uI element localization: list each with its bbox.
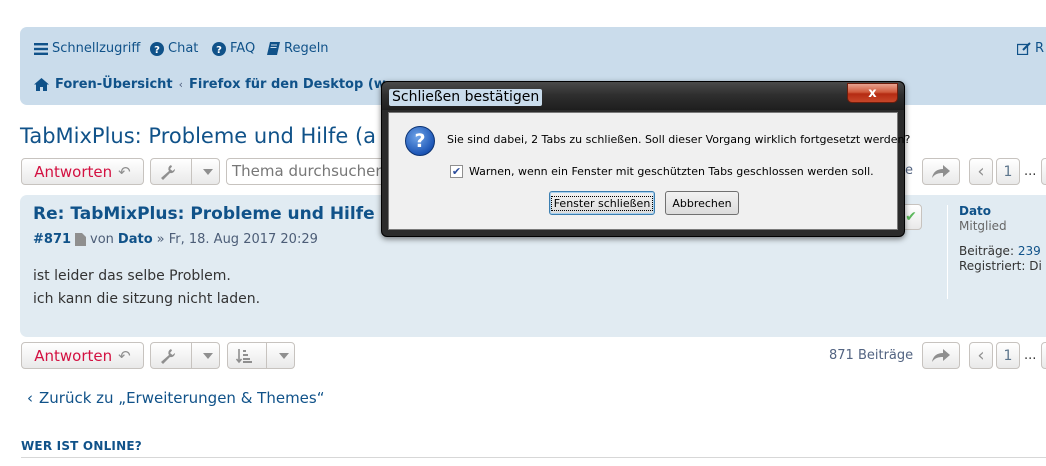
post-body-line: ist leider das selbe Problem.	[33, 268, 231, 284]
edit-icon	[1017, 42, 1031, 55]
reply-label: Antworten	[34, 162, 113, 181]
breadcrumb: Foren-Übersicht ‹ Firefox für den Deskto…	[34, 77, 386, 92]
quicklinks-label: Schnellzugriff	[52, 41, 141, 56]
warn-checkbox-label[interactable]: Warnen, wenn ein Fenster mit geschützten…	[469, 165, 874, 178]
profile-name[interactable]: Dato	[959, 204, 1042, 219]
reply-label: Antworten	[34, 346, 113, 365]
dialog-body: ? Sie sind dabei, 2 Tabs zu schließen. S…	[388, 112, 910, 230]
page-next-button-bottom[interactable]	[1041, 342, 1046, 369]
page-1-button[interactable]: 1	[996, 158, 1020, 185]
pagination-ellipsis: ...	[1024, 348, 1037, 363]
share-arrow-icon	[932, 348, 950, 362]
sort-icon	[228, 343, 260, 368]
wrench-icon	[151, 159, 185, 184]
topic-tools-button[interactable]	[150, 158, 220, 185]
post-by: von	[90, 232, 114, 247]
post-date: » Fr, 18. Aug 2017 20:29	[156, 232, 318, 247]
register-label: R	[1035, 41, 1045, 56]
post-count: 871 Beiträge	[829, 348, 914, 363]
register-link[interactable]: R	[1017, 41, 1044, 56]
dialog-title: Schließen bestätigen	[389, 89, 543, 106]
rules-link[interactable]: Regeln	[267, 41, 329, 56]
breadcrumb-home[interactable]: Foren-Übersicht	[55, 77, 173, 92]
previous-page-button[interactable]: ‹	[969, 158, 993, 185]
home-icon	[34, 78, 49, 91]
dialog-close-button[interactable]: x	[847, 83, 898, 103]
previous-page-button-bottom[interactable]: ‹	[969, 342, 993, 369]
chat-label: Chat	[168, 41, 199, 56]
dialog-titlebar[interactable]: Schließen bestätigen x	[382, 82, 904, 110]
rules-label: Regeln	[284, 41, 329, 56]
divider	[266, 343, 268, 368]
dialog-message: Sie sind dabei, 2 Tabs zu schließen. Sol…	[447, 133, 911, 146]
back-link-label: Zurück zu „Erweiterungen & Themes“	[39, 389, 325, 407]
confirm-close-dialog: Schließen bestätigen x ? Sie sind dabei,…	[381, 81, 910, 237]
question-circle-icon: ?	[212, 41, 226, 56]
page-next-button[interactable]	[1041, 158, 1046, 185]
jump-to-page-button[interactable]	[922, 158, 960, 185]
profile-rank: Mitglied	[959, 219, 1007, 233]
reply-icon: ↶	[118, 162, 131, 181]
reply-button-bottom[interactable]: Antworten ↶	[21, 342, 144, 369]
svg-text:?: ?	[154, 45, 160, 56]
faq-link[interactable]: ? FAQ	[212, 41, 255, 56]
profile-divider	[947, 205, 948, 299]
who-is-online-heading: WER IST ONLINE?	[21, 439, 142, 453]
chevron-left-icon: ‹	[178, 78, 184, 91]
divider	[191, 343, 192, 368]
page-number: 1	[1003, 163, 1013, 180]
hamburger-icon	[34, 42, 48, 55]
book-icon	[267, 42, 280, 55]
topic-title[interactable]: TabMixPlus: Probleme und Hilfe (a	[20, 124, 376, 148]
reply-icon: ↶	[118, 346, 131, 365]
post-body-line: ich kann die sitzung nicht laden.	[33, 291, 261, 307]
chevron-down-icon	[198, 343, 219, 368]
search-topic-input[interactable]: Thema durchsuchen	[226, 158, 386, 185]
pagination-ellipsis: ...	[1024, 164, 1037, 179]
chevron-left-icon: ‹	[977, 161, 985, 182]
post-title[interactable]: Re: TabMixPlus: Probleme und Hilfe	[33, 204, 375, 224]
share-arrow-icon	[932, 164, 950, 178]
topic-tools-button-bottom[interactable]	[150, 342, 220, 369]
post-count-partial: e	[905, 163, 913, 178]
divider	[191, 159, 192, 184]
file-icon	[75, 233, 87, 246]
page-number: 1	[1003, 347, 1013, 364]
back-link[interactable]: ‹ Zurück zu „Erweiterungen & Themes“	[27, 389, 325, 407]
chevron-down-icon	[273, 343, 294, 368]
faq-label: FAQ	[230, 41, 256, 56]
post-author[interactable]: Dato	[118, 232, 153, 247]
profile-posts-label: Beiträge:	[959, 244, 1014, 258]
cancel-label: Abbrechen	[672, 196, 732, 210]
close-window-label: Fenster schließen	[550, 195, 654, 211]
close-window-button[interactable]: Fenster schließen	[549, 191, 655, 215]
warn-checkbox[interactable]: ✔	[450, 165, 463, 178]
post-body: ist leider das selbe Problem. ich kann d…	[33, 265, 260, 311]
profile-posts-value[interactable]: 239	[1018, 244, 1041, 258]
jump-to-page-button-bottom[interactable]	[922, 342, 960, 369]
cancel-button[interactable]: Abbrechen	[665, 191, 739, 215]
sort-button[interactable]	[227, 342, 295, 369]
question-icon: ?	[405, 126, 435, 156]
post-number[interactable]: #871	[33, 232, 71, 247]
profile-registered-value: Di	[1029, 259, 1042, 273]
page-1-button-bottom[interactable]: 1	[996, 342, 1020, 369]
close-icon: x	[868, 85, 877, 101]
wrench-icon	[151, 343, 185, 368]
chevron-left-icon: ‹	[977, 345, 985, 366]
divider	[21, 457, 1046, 458]
chevron-left-icon: ‹	[27, 389, 33, 407]
question-circle-icon: ?	[150, 41, 164, 56]
chevron-down-icon	[198, 159, 219, 184]
check-icon: ✔	[905, 209, 917, 225]
quicklinks-menu[interactable]: Schnellzugriff	[34, 41, 140, 56]
post-profile: Dato Mitglied Beiträge: 239 Registriert:…	[959, 204, 1042, 274]
profile-registered-label: Registriert:	[959, 259, 1026, 273]
reply-button[interactable]: Antworten ↶	[21, 158, 144, 185]
post-meta: #871 von Dato » Fr, 18. Aug 2017 20:29	[33, 232, 318, 247]
chat-link[interactable]: ? Chat	[150, 41, 198, 56]
breadcrumb-forum[interactable]: Firefox für den Desktop (w	[189, 77, 386, 92]
svg-text:?: ?	[216, 45, 222, 56]
